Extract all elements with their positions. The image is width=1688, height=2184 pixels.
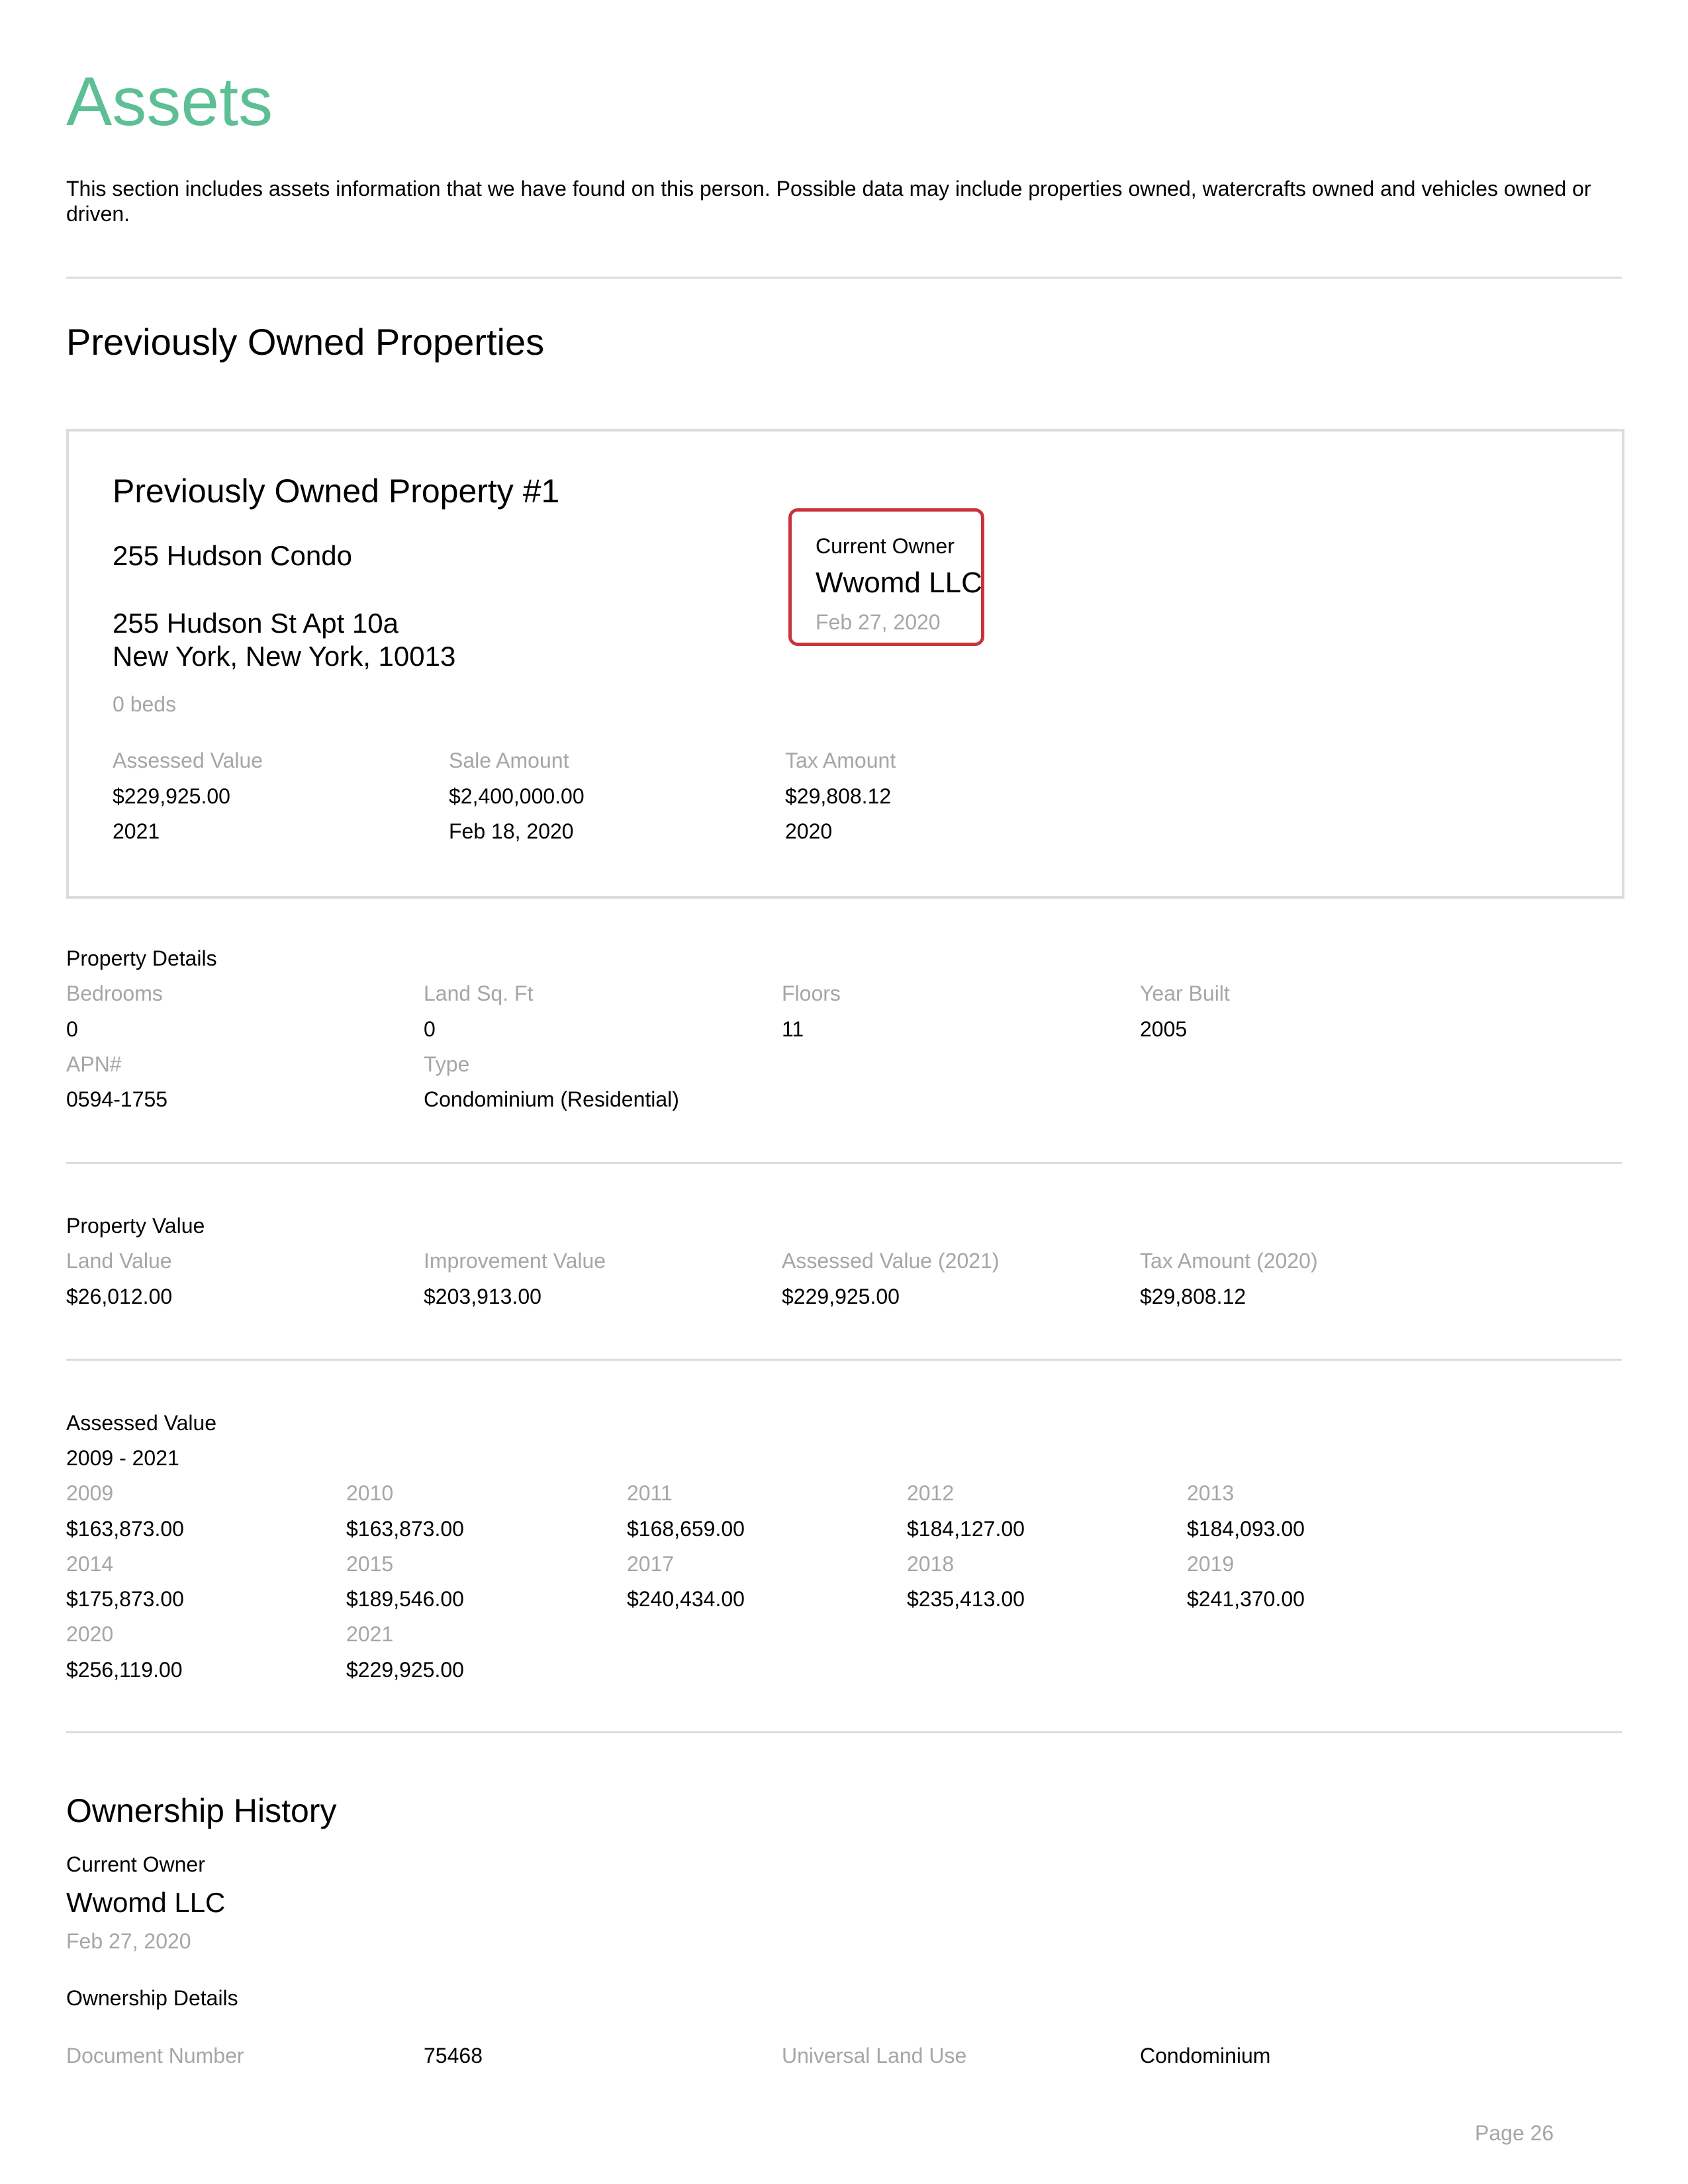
land-sqft-label: Land Sq. Ft — [424, 981, 534, 1005]
property-value-title: Property Value — [66, 1214, 205, 1238]
history-value: $163,873.00 — [66, 1517, 184, 1541]
divider — [66, 1359, 1622, 1361]
property-title: Previously Owned Property #1 — [113, 473, 560, 510]
history-year: 2009 — [66, 1481, 114, 1505]
assessed-value-2021: $229,925.00 — [782, 1285, 900, 1308]
history-year: 2010 — [346, 1481, 394, 1505]
assessed-year: 2021 — [113, 819, 160, 843]
page-number: Page 26 — [1475, 2121, 1554, 2145]
land-value-label: Land Value — [66, 1249, 172, 1273]
type-value: Condominium (Residential) — [424, 1087, 679, 1111]
history-year: 2012 — [907, 1481, 955, 1505]
floors-label: Floors — [782, 981, 841, 1005]
bedrooms-label: Bedrooms — [66, 981, 163, 1005]
apn-value: 0594-1755 — [66, 1087, 168, 1111]
property-details-title: Property Details — [66, 946, 217, 970]
intro-text: This section includes assets information… — [66, 177, 1591, 226]
current-owner-name: Wwomd LLC — [816, 567, 982, 599]
apn-label: APN# — [66, 1052, 122, 1076]
history-year: 2014 — [66, 1552, 114, 1576]
tax-amount-2020: $29,808.12 — [1140, 1285, 1246, 1308]
history-year: 2019 — [1187, 1552, 1235, 1576]
tax-amount-label: Tax Amount — [785, 749, 896, 772]
history-year: 2011 — [627, 1481, 673, 1505]
history-year: 2015 — [346, 1552, 394, 1576]
section-title: Previously Owned Properties — [66, 321, 545, 363]
assessed-value-2021-label: Assessed Value (2021) — [782, 1249, 1000, 1273]
sale-amount-label: Sale Amount — [449, 749, 569, 772]
assessed-history-title: Assessed Value — [66, 1411, 217, 1435]
assessed-value-label: Assessed Value — [113, 749, 263, 772]
page-title: Assets — [66, 64, 273, 140]
assessed-value: $229,925.00 — [113, 784, 230, 808]
type-label: Type — [424, 1052, 470, 1076]
history-value: $189,546.00 — [346, 1587, 464, 1611]
ownership-history-title: Ownership History — [66, 1792, 337, 1829]
address-line2: New York, New York, 10013 — [113, 641, 456, 672]
property-name: 255 Hudson Condo — [113, 540, 352, 571]
tax-year: 2020 — [785, 819, 833, 843]
improvement-value: $203,913.00 — [424, 1285, 541, 1308]
ownership-owner-date: Feb 27, 2020 — [66, 1929, 191, 1953]
history-year: 2021 — [346, 1622, 394, 1646]
sale-date: Feb 18, 2020 — [449, 819, 574, 843]
history-value: $241,370.00 — [1187, 1587, 1305, 1611]
current-owner-label: Current Owner — [816, 534, 955, 558]
history-year: 2017 — [627, 1552, 675, 1576]
history-value: $240,434.00 — [627, 1587, 745, 1611]
divider — [66, 1162, 1622, 1164]
history-value: $184,093.00 — [1187, 1517, 1305, 1541]
current-owner-date: Feb 27, 2020 — [816, 610, 941, 634]
divider — [66, 1731, 1622, 1733]
history-value: $184,127.00 — [907, 1517, 1025, 1541]
ownership-owner-name: Wwomd LLC — [66, 1887, 226, 1918]
history-value: $175,873.00 — [66, 1587, 184, 1611]
assessed-history-range: 2009 - 2021 — [66, 1446, 179, 1470]
improvement-value-label: Improvement Value — [424, 1249, 606, 1273]
history-year: 2018 — [907, 1552, 955, 1576]
history-year: 2013 — [1187, 1481, 1235, 1505]
history-year: 2020 — [66, 1622, 114, 1646]
floors-value: 11 — [782, 1017, 804, 1041]
history-value: $168,659.00 — [627, 1517, 745, 1541]
history-value: $229,925.00 — [346, 1658, 464, 1682]
document-number-value: 75468 — [424, 2044, 483, 2068]
land-use-value: Condominium — [1140, 2044, 1271, 2068]
beds-count: 0 beds — [113, 692, 177, 716]
year-built-value: 2005 — [1140, 1017, 1188, 1041]
bedrooms-value: 0 — [66, 1017, 78, 1041]
sale-amount: $2,400,000.00 — [449, 784, 585, 808]
ownership-current-owner-label: Current Owner — [66, 1852, 205, 1876]
history-value: $256,119.00 — [66, 1658, 183, 1682]
tax-amount-2020-label: Tax Amount (2020) — [1140, 1249, 1318, 1273]
divider — [66, 277, 1622, 279]
history-value: $235,413.00 — [907, 1587, 1025, 1611]
land-sqft-value: 0 — [424, 1017, 436, 1041]
tax-amount: $29,808.12 — [785, 784, 892, 808]
document-number-label: Document Number — [66, 2044, 244, 2068]
land-use-label: Universal Land Use — [782, 2044, 967, 2068]
land-value: $26,012.00 — [66, 1285, 173, 1308]
ownership-details-title: Ownership Details — [66, 1986, 238, 2010]
year-built-label: Year Built — [1140, 981, 1230, 1005]
history-value: $163,873.00 — [346, 1517, 464, 1541]
address-line1: 255 Hudson St Apt 10a — [113, 608, 399, 639]
